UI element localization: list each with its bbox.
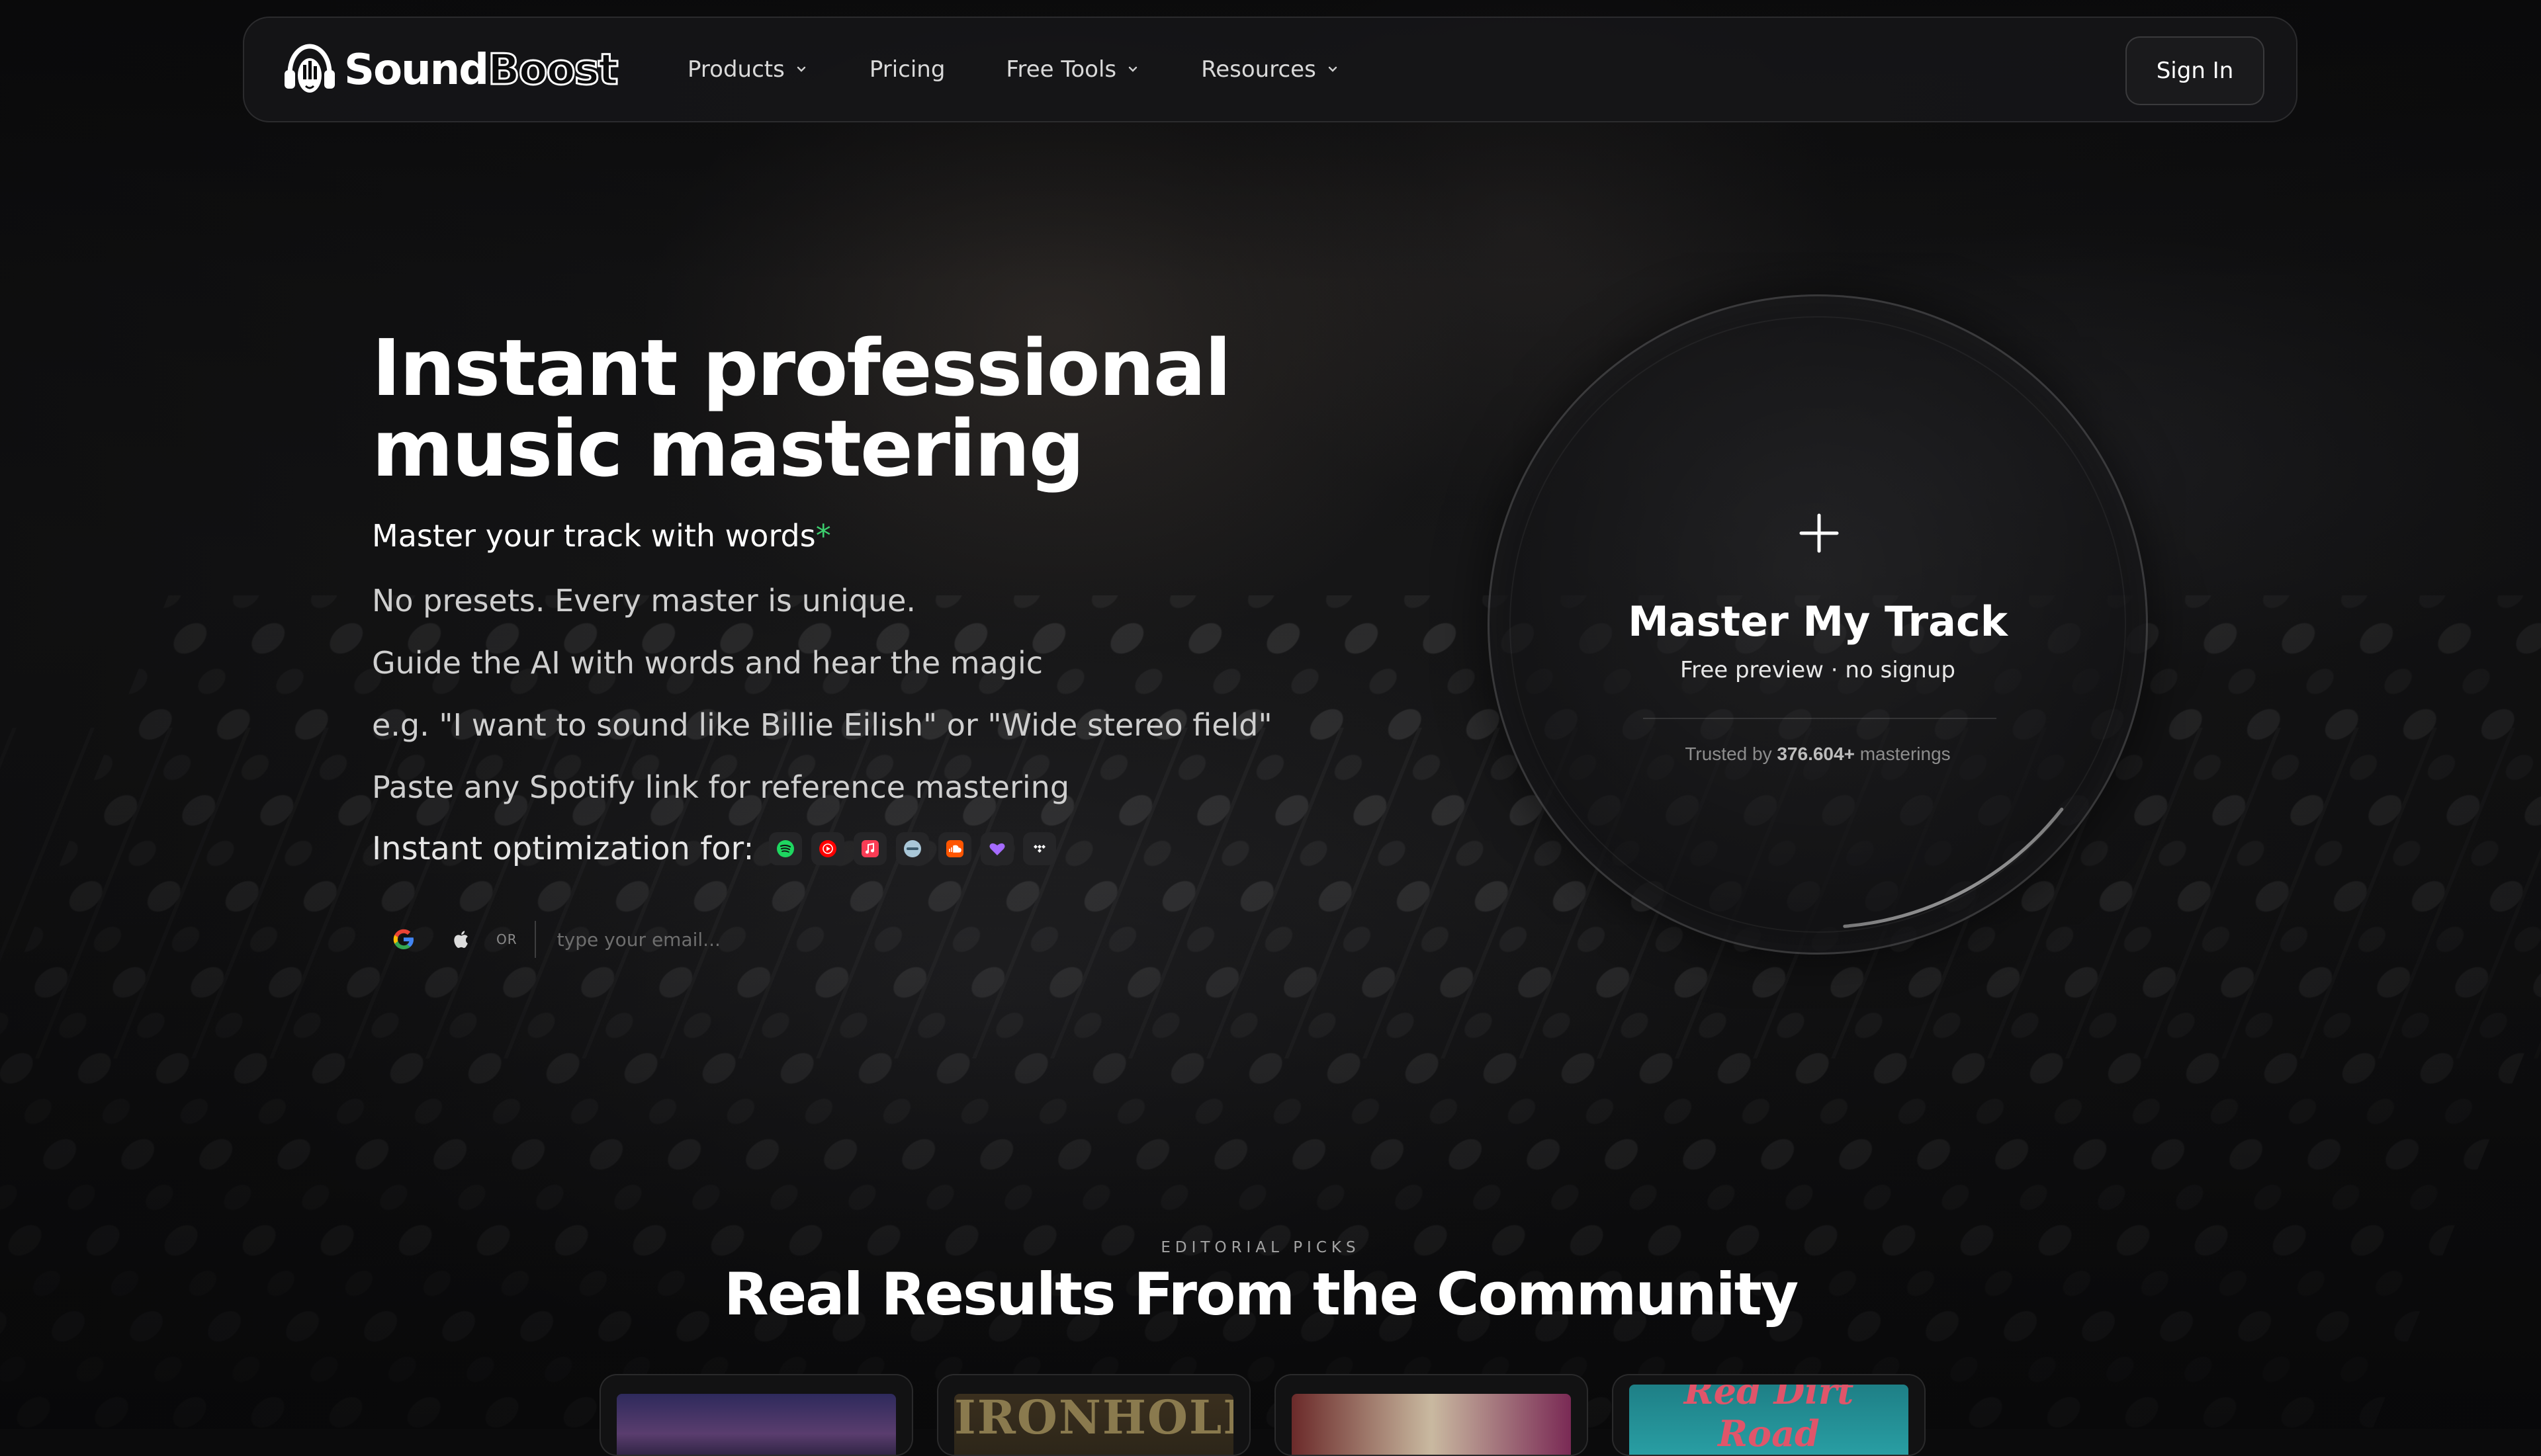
- sign-in-button[interactable]: Sign In: [2125, 36, 2264, 105]
- deezer-icon: [895, 832, 929, 865]
- apple-icon[interactable]: [449, 927, 474, 952]
- hero-subtitle: Master your track with words*: [372, 518, 1364, 554]
- trusted-number: 376.604+: [1777, 744, 1855, 764]
- headphones-logo-icon: [285, 44, 335, 93]
- optimization-label: Instant optimization for:: [372, 830, 754, 867]
- community-card[interactable]: [600, 1374, 913, 1456]
- trusted-prefix: Trusted by: [1685, 744, 1772, 764]
- album-art: [617, 1394, 896, 1455]
- nav-products[interactable]: Products: [688, 56, 809, 83]
- subtitle-asterisk: *: [815, 518, 831, 554]
- master-track-title: Master My Track: [1628, 597, 2008, 646]
- nav-resources[interactable]: Resources: [1201, 56, 1340, 83]
- nav-free-tools-label: Free Tools: [1006, 56, 1117, 83]
- main-nav: Products Pricing Free Tools Resources: [688, 18, 1401, 121]
- heart-icon: [980, 832, 1014, 865]
- community-card[interactable]: [1274, 1374, 1588, 1456]
- nav-pricing-label: Pricing: [869, 56, 946, 83]
- brand-name-solid: Sound: [344, 46, 489, 95]
- chevron-down-icon: [1328, 66, 1337, 72]
- hero-title-line2: music mastering: [372, 403, 1085, 494]
- album-art-title: IRONHOLD: [954, 1394, 1233, 1445]
- hero-title: Instant professional music mastering: [372, 327, 1364, 489]
- hero-line-example: e.g. "I want to sound like Billie Eilish…: [372, 707, 1272, 743]
- navbar: SoundBoost Products Pricing Free Tools R…: [243, 17, 2297, 122]
- album-art: IRONHOLD: [954, 1394, 1233, 1455]
- hero-section: Instant professional music mastering Mas…: [372, 327, 1364, 867]
- community-card[interactable]: Red Dirt Road: [1612, 1374, 1926, 1456]
- hero-line-no-presets: No presets. Every master is unique.: [372, 583, 916, 619]
- plus-icon: [1799, 513, 1839, 553]
- email-input[interactable]: [555, 919, 836, 960]
- hero-line-spotify-reference: Paste any Spotify link for reference mas…: [372, 769, 1070, 805]
- logo[interactable]: SoundBoost: [281, 41, 619, 99]
- album-art: Red Dirt Road: [1629, 1385, 1908, 1455]
- master-track-dropzone[interactable]: Master My Track Free preview · no signup…: [1488, 294, 2148, 955]
- nav-products-label: Products: [688, 56, 785, 83]
- album-art-title: Red Dirt Road: [1683, 1385, 1854, 1455]
- or-separator: OR: [496, 931, 517, 947]
- hero-subtitle-text: Master your track with words: [372, 518, 816, 554]
- auth-divider: [534, 921, 536, 958]
- brand-name-outline: Boost: [486, 45, 619, 96]
- dropzone-separator: [1643, 718, 1996, 719]
- spotify-icon: [768, 832, 802, 865]
- community-card[interactable]: IRONHOLD: [937, 1374, 1251, 1456]
- nav-free-tools[interactable]: Free Tools: [1006, 56, 1140, 83]
- apple-music-icon: [853, 832, 887, 865]
- section-title: Real Results From the Community: [723, 1260, 1799, 1328]
- section-eyebrow: EDITORIAL PICKS: [1161, 1239, 1360, 1256]
- hero-line-guide-ai: Guide the AI with words and hear the mag…: [372, 645, 1044, 681]
- youtube-icon: [811, 832, 844, 865]
- signup-bar: OR: [390, 910, 840, 969]
- nav-pricing[interactable]: Pricing: [869, 56, 946, 83]
- trusted-suffix: masterings: [1859, 744, 1951, 764]
- soundcloud-icon: [938, 832, 971, 865]
- trusted-count: Trusted by 376.604+ masterings: [1490, 744, 2146, 765]
- brand-name: SoundBoost: [344, 45, 619, 96]
- chevron-down-icon: [1128, 66, 1137, 72]
- album-art: [1292, 1394, 1571, 1455]
- platform-optimization: Instant optimization for:: [372, 830, 1364, 867]
- tidal-icon: [1022, 832, 1056, 865]
- google-icon[interactable]: [390, 926, 417, 953]
- hero-title-line1: Instant professional: [372, 322, 1231, 413]
- chevron-down-icon: [797, 66, 806, 72]
- master-track-caption: Free preview · no signup: [1680, 657, 1955, 683]
- nav-resources-label: Resources: [1201, 56, 1316, 83]
